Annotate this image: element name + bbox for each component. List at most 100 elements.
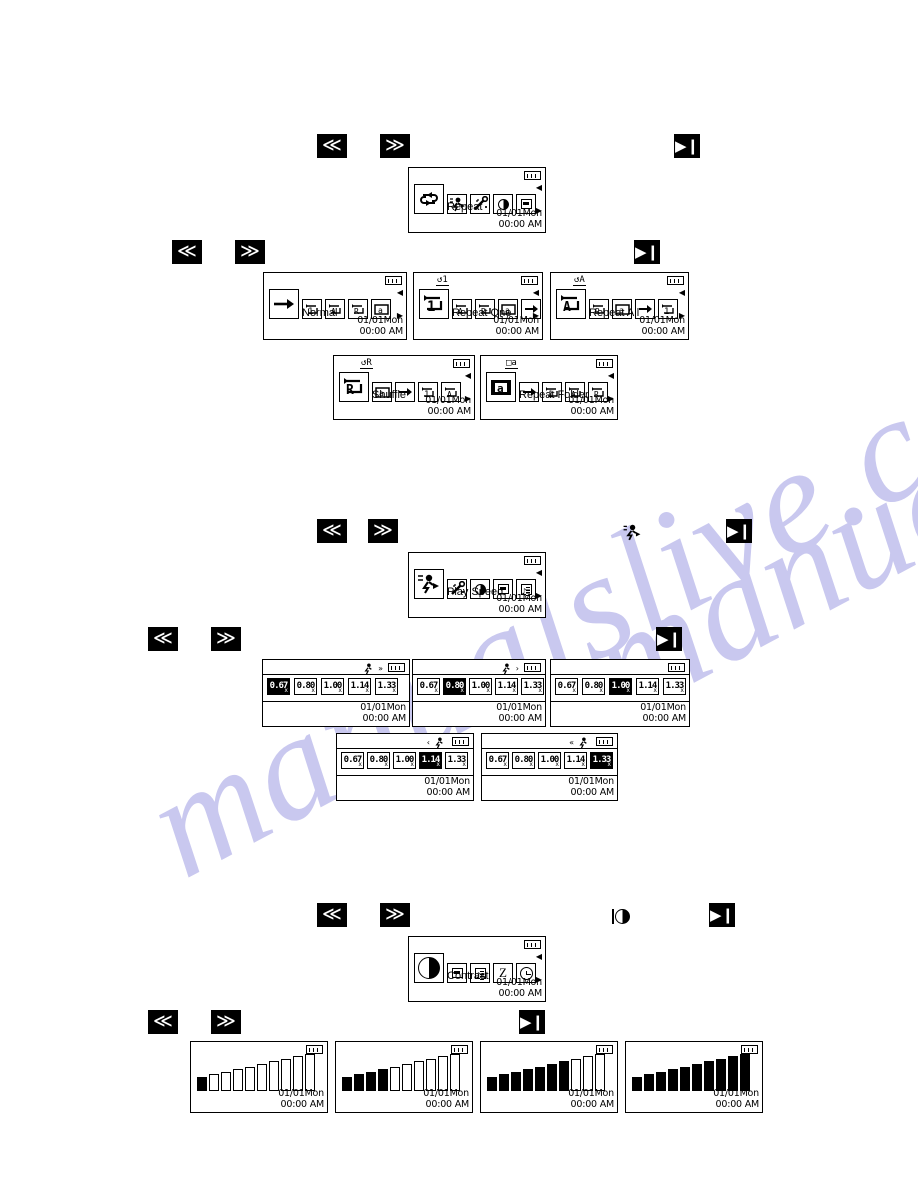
speed-option-3[interactable]: 1.14 x — [564, 752, 587, 769]
lcd-contrast-level-7[interactable]: 01/01Mon 00:00 AM — [480, 1041, 618, 1113]
speed-option-2[interactable]: 1.00 x — [393, 752, 416, 769]
speed-option-1[interactable]: 0.80 x — [512, 752, 535, 769]
option-label: Shuffle — [372, 389, 407, 401]
speed-direction-mark: » — [378, 663, 383, 673]
contrast-icon[interactable] — [414, 953, 444, 983]
lcd-repeat-one[interactable]: ↺1 1 A R a ◀ ▶ Repeat One 01/01Mon 00:00… — [413, 272, 543, 340]
contrast-bar-graph[interactable] — [487, 1053, 605, 1091]
speed-option-1[interactable]: 0.80 x — [294, 678, 317, 695]
playpause-button-repeat-menu[interactable]: ▶❙ — [674, 134, 700, 158]
rewind-button-contrast-menu[interactable]: ≪ — [317, 903, 347, 927]
time-text: 00:00 AM — [426, 786, 471, 798]
forward-button-contrast-menu[interactable]: ≫ — [380, 903, 410, 927]
arrow-up-icon[interactable]: ◀ — [536, 184, 542, 192]
contrast-bar — [342, 1077, 352, 1091]
play-speed-icon[interactable] — [414, 569, 444, 599]
svg-text:a: a — [378, 306, 383, 315]
arrow-up-icon[interactable]: ◀ — [679, 289, 685, 297]
contrast-bar — [559, 1061, 569, 1091]
speed-unit: x — [284, 687, 288, 694]
time-text: 00:00 AM — [642, 712, 687, 724]
speed-option-3[interactable]: 1.14 x — [348, 678, 371, 695]
forward-button-repeat-options[interactable]: ≫ — [235, 240, 265, 264]
arrow-up-icon[interactable]: ◀ — [536, 953, 542, 961]
rewind-button-speed-options[interactable]: ≪ — [148, 627, 178, 651]
speed-value-row: 0.67 x 0.80 x 1.00 x 1.14 x 1.33 x — [341, 752, 468, 769]
contrast-bar-graph[interactable] — [342, 1053, 460, 1091]
contrast-bar-graph[interactable] — [197, 1053, 315, 1091]
shuffle-icon[interactable]: R — [339, 372, 369, 402]
arrow-up-icon[interactable]: ◀ — [397, 289, 403, 297]
speed-option-0[interactable]: 0.67 x — [555, 678, 578, 695]
lcd-contrast-level-10[interactable]: 01/01Mon 00:00 AM — [625, 1041, 763, 1113]
clock-display: 01/01Mon 00:00 AM — [357, 315, 403, 337]
speed-option-2[interactable]: 1.00 x — [469, 678, 492, 695]
speed-option-0[interactable]: 0.67 x — [417, 678, 440, 695]
arrow-right-icon[interactable] — [269, 289, 299, 319]
playpause-button-contrast-options[interactable]: ▶❙ — [519, 1010, 545, 1034]
contrast-bar — [293, 1056, 303, 1091]
speed-option-4[interactable]: 1.33 x — [445, 752, 468, 769]
lcd-repeat-menu[interactable]: ◀ ▶ Repeat 01/01Mon 00:00 AM — [408, 167, 546, 233]
lcd-speed-100[interactable]: 0.67 x 0.80 x 1.00 x 1.14 x 1.33 x 01/01Mon 0… — [550, 659, 690, 727]
speed-option-1[interactable]: 0.80 x — [582, 678, 605, 695]
contrast-bar — [704, 1061, 714, 1091]
menu-label: Play Speed — [447, 586, 504, 598]
speed-option-2[interactable]: 1.00 x — [609, 678, 632, 695]
speed-option-4[interactable]: 1.33 x — [590, 752, 613, 769]
lcd-speed-114[interactable]: ‹ 0.67 x 0.80 x 1.00 x 1.14 x 1.33 x 01/01Mon… — [336, 733, 474, 801]
lcd-contrast-level-1[interactable]: 01/01Mon 00:00 AM — [190, 1041, 328, 1113]
lcd-speed-067[interactable]: » 0.67 x 0.80 x 1.00 x 1.14 x 1.33 x 01/01Mon… — [262, 659, 410, 727]
date-text: 01/01Mon — [357, 315, 403, 326]
rewind-button-repeat-options[interactable]: ≪ — [172, 240, 202, 264]
repeat-all-icon[interactable]: A — [556, 289, 586, 319]
forward-button-repeat-menu[interactable]: ≫ — [380, 134, 410, 158]
speed-option-1[interactable]: 0.80 x — [367, 752, 390, 769]
repeat-folder-icon[interactable]: a — [486, 372, 516, 402]
rewind-button-speed-menu[interactable]: ≪ — [317, 519, 347, 543]
lcd-repeat-shuffle[interactable]: ↺R R a 1 A ◀ ▶ Shuffle 01/01Mon 00:00 AM — [333, 355, 475, 420]
battery-icon — [524, 940, 541, 949]
rewind-button-contrast-options[interactable]: ≪ — [148, 1010, 178, 1034]
rewind-button-repeat-menu[interactable]: ≪ — [317, 134, 347, 158]
repeat-loop-icon[interactable] — [414, 184, 444, 214]
lcd-repeat-folder[interactable]: □a a 1 A R ◀ ▶ Repeat Folder 01/01Mon 00… — [480, 355, 618, 420]
speed-unit: x — [555, 761, 559, 768]
arrow-up-icon[interactable]: ◀ — [533, 289, 539, 297]
forward-button-speed-menu[interactable]: ≫ — [368, 519, 398, 543]
speed-option-2[interactable]: 1.00 x — [321, 678, 344, 695]
speed-option-0[interactable]: 0.67 x — [341, 752, 364, 769]
speed-option-1[interactable]: 0.80 x — [443, 678, 466, 695]
arrow-up-icon[interactable]: ◀ — [536, 569, 542, 577]
speed-option-4[interactable]: 1.33 x — [375, 678, 398, 695]
speed-option-3[interactable]: 1.14 x — [495, 678, 518, 695]
arrow-up-icon[interactable]: ◀ — [608, 372, 614, 380]
arrow-up-icon[interactable]: ◀ — [465, 372, 471, 380]
lcd-speed-080[interactable]: › 0.67 x 0.80 x 1.00 x 1.14 x 1.33 x 01/01Mon… — [412, 659, 546, 727]
lcd-contrast-menu[interactable]: Z ◀ ▶ Contrast 01/01Mon 00:00 AM — [408, 936, 546, 1002]
playpause-button-speed-options[interactable]: ▶❙ — [656, 627, 682, 651]
speed-option-2[interactable]: 1.00 x — [538, 752, 561, 769]
forward-button-speed-options[interactable]: ≫ — [211, 627, 241, 651]
playpause-button-speed-menu[interactable]: ▶❙ — [726, 519, 752, 543]
speed-option-0[interactable]: 0.67 x — [486, 752, 509, 769]
repeat-one-icon[interactable]: 1 — [419, 289, 449, 319]
speed-option-4[interactable]: 1.33 x — [521, 678, 544, 695]
playpause-button-contrast-menu[interactable]: ▶❙ — [709, 903, 735, 927]
speed-option-3[interactable]: 1.14 x — [419, 752, 442, 769]
speed-option-3[interactable]: 1.14 x — [636, 678, 659, 695]
speed-value-row: 0.67 x 0.80 x 1.00 x 1.14 x 1.33 x — [486, 752, 613, 769]
lcd-repeat-normal[interactable]: 1 A R a ◀ ▶ Normal 01/01Mon 00:00 AM — [263, 272, 407, 340]
speed-option-0[interactable]: 0.67 x — [267, 678, 290, 695]
forward-button-contrast-options[interactable]: ≫ — [211, 1010, 241, 1034]
speed-option-4[interactable]: 1.33 x — [663, 678, 686, 695]
contrast-bar — [426, 1058, 436, 1091]
lcd-contrast-level-4[interactable]: 01/01Mon 00:00 AM — [335, 1041, 473, 1113]
contrast-bar-graph[interactable] — [632, 1053, 750, 1091]
lcd-repeat-all[interactable]: ↺A A R a 1 ◀ ▶ Repeat All 01/01Mon 00:00… — [550, 272, 689, 340]
playpause-button-repeat-options[interactable]: ▶❙ — [634, 240, 660, 264]
lcd-speed-133[interactable]: « 0.67 x 0.80 x 1.00 x 1.14 x 1.33 x 01/01Mon… — [481, 733, 618, 801]
lcd-play-speed-menu[interactable]: ◀ ▶ Play Speed 01/01Mon 00:00 AM — [408, 552, 546, 618]
time-text: 00:00 AM — [495, 325, 540, 337]
title-glyph-text: ↺R — [360, 358, 373, 369]
